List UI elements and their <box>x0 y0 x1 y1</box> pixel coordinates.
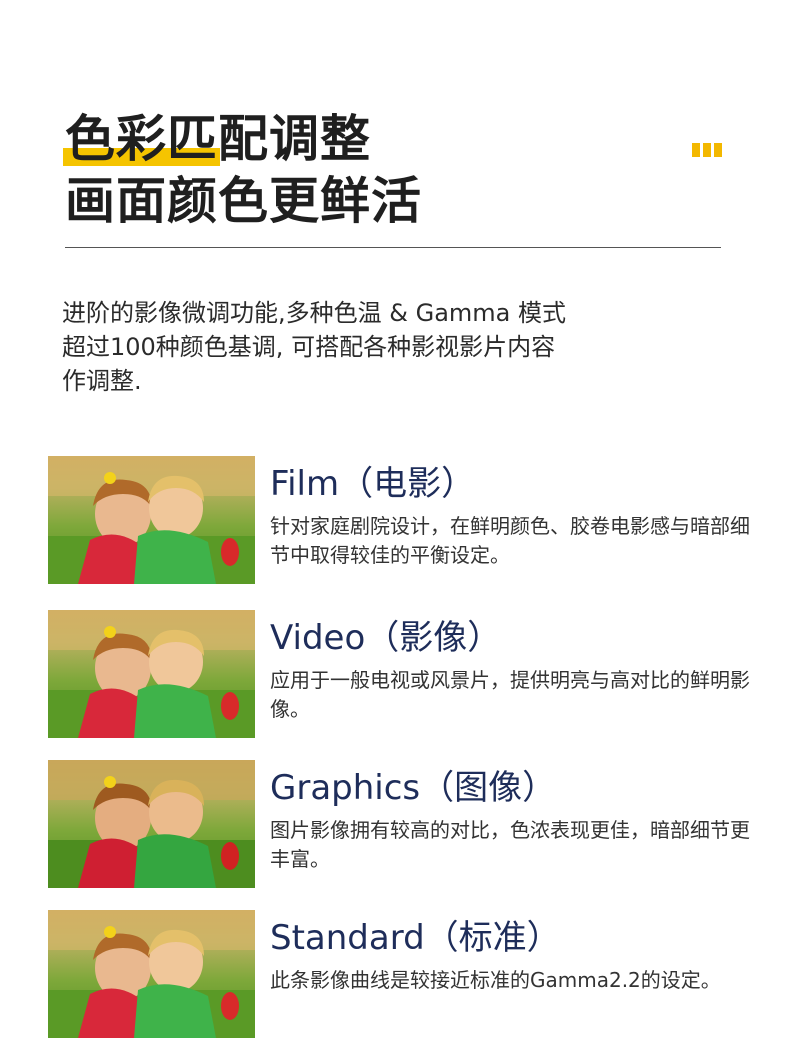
mode-description: 针对家庭剧院设计，在鲜明颜色、胶卷电影感与暗部细节中取得较佳的平衡设定。 <box>270 514 750 567</box>
mode-description: 图片影像拥有较高的对比，色浓表现更佳，暗部细节更丰富。 <box>270 818 750 871</box>
mode-graphics: Graphics（图像） 图片影像拥有较高的对比，色浓表现更佳，暗部细节更丰富。 <box>48 760 758 890</box>
intro-line: 作调整. <box>62 367 142 395</box>
kids-photo <box>48 456 255 584</box>
intro-line: 进阶的影像微调功能,多种色温 & Gamma 模式 <box>62 299 566 327</box>
mode-title: Graphics（图像） <box>270 768 557 808</box>
page-title: 色彩匹配调整 画面颜色更鲜活 <box>63 108 422 232</box>
intro-text: 进阶的影像微调功能,多种色温 & Gamma 模式 超过100种颜色基调, 可搭… <box>62 296 702 398</box>
divider <box>65 247 721 248</box>
title-rest: 配调整 <box>218 110 371 168</box>
mode-video: Video（影像） 应用于一般电视或风景片，提供明亮与高对比的鲜明影像。 <box>48 610 758 740</box>
title-line-1: 色彩匹配调整 <box>63 108 422 170</box>
title-highlight: 色彩匹 <box>63 110 220 168</box>
mode-title: Video（影像） <box>270 618 502 658</box>
mode-description: 应用于一般电视或风景片，提供明亮与高对比的鲜明影像。 <box>270 668 750 721</box>
kids-photo <box>48 610 255 738</box>
kids-photo <box>48 760 255 888</box>
intro-line: 超过100种颜色基调, 可搭配各种影视影片内容 <box>62 333 556 361</box>
mode-title: Standard（标准） <box>270 918 561 958</box>
mode-title: Film（电影） <box>270 464 476 504</box>
decorative-bars-icon <box>692 143 722 157</box>
kids-photo <box>48 910 255 1038</box>
mode-film: Film（电影） 针对家庭剧院设计，在鲜明颜色、胶卷电影感与暗部细节中取得较佳的… <box>48 456 758 586</box>
title-line-2: 画面颜色更鲜活 <box>65 172 422 230</box>
mode-description: 此条影像曲线是较接近标准的Gamma2.2的设定。 <box>270 968 721 992</box>
mode-standard: Standard（标准） 此条影像曲线是较接近标准的Gamma2.2的设定。 <box>48 910 758 1040</box>
